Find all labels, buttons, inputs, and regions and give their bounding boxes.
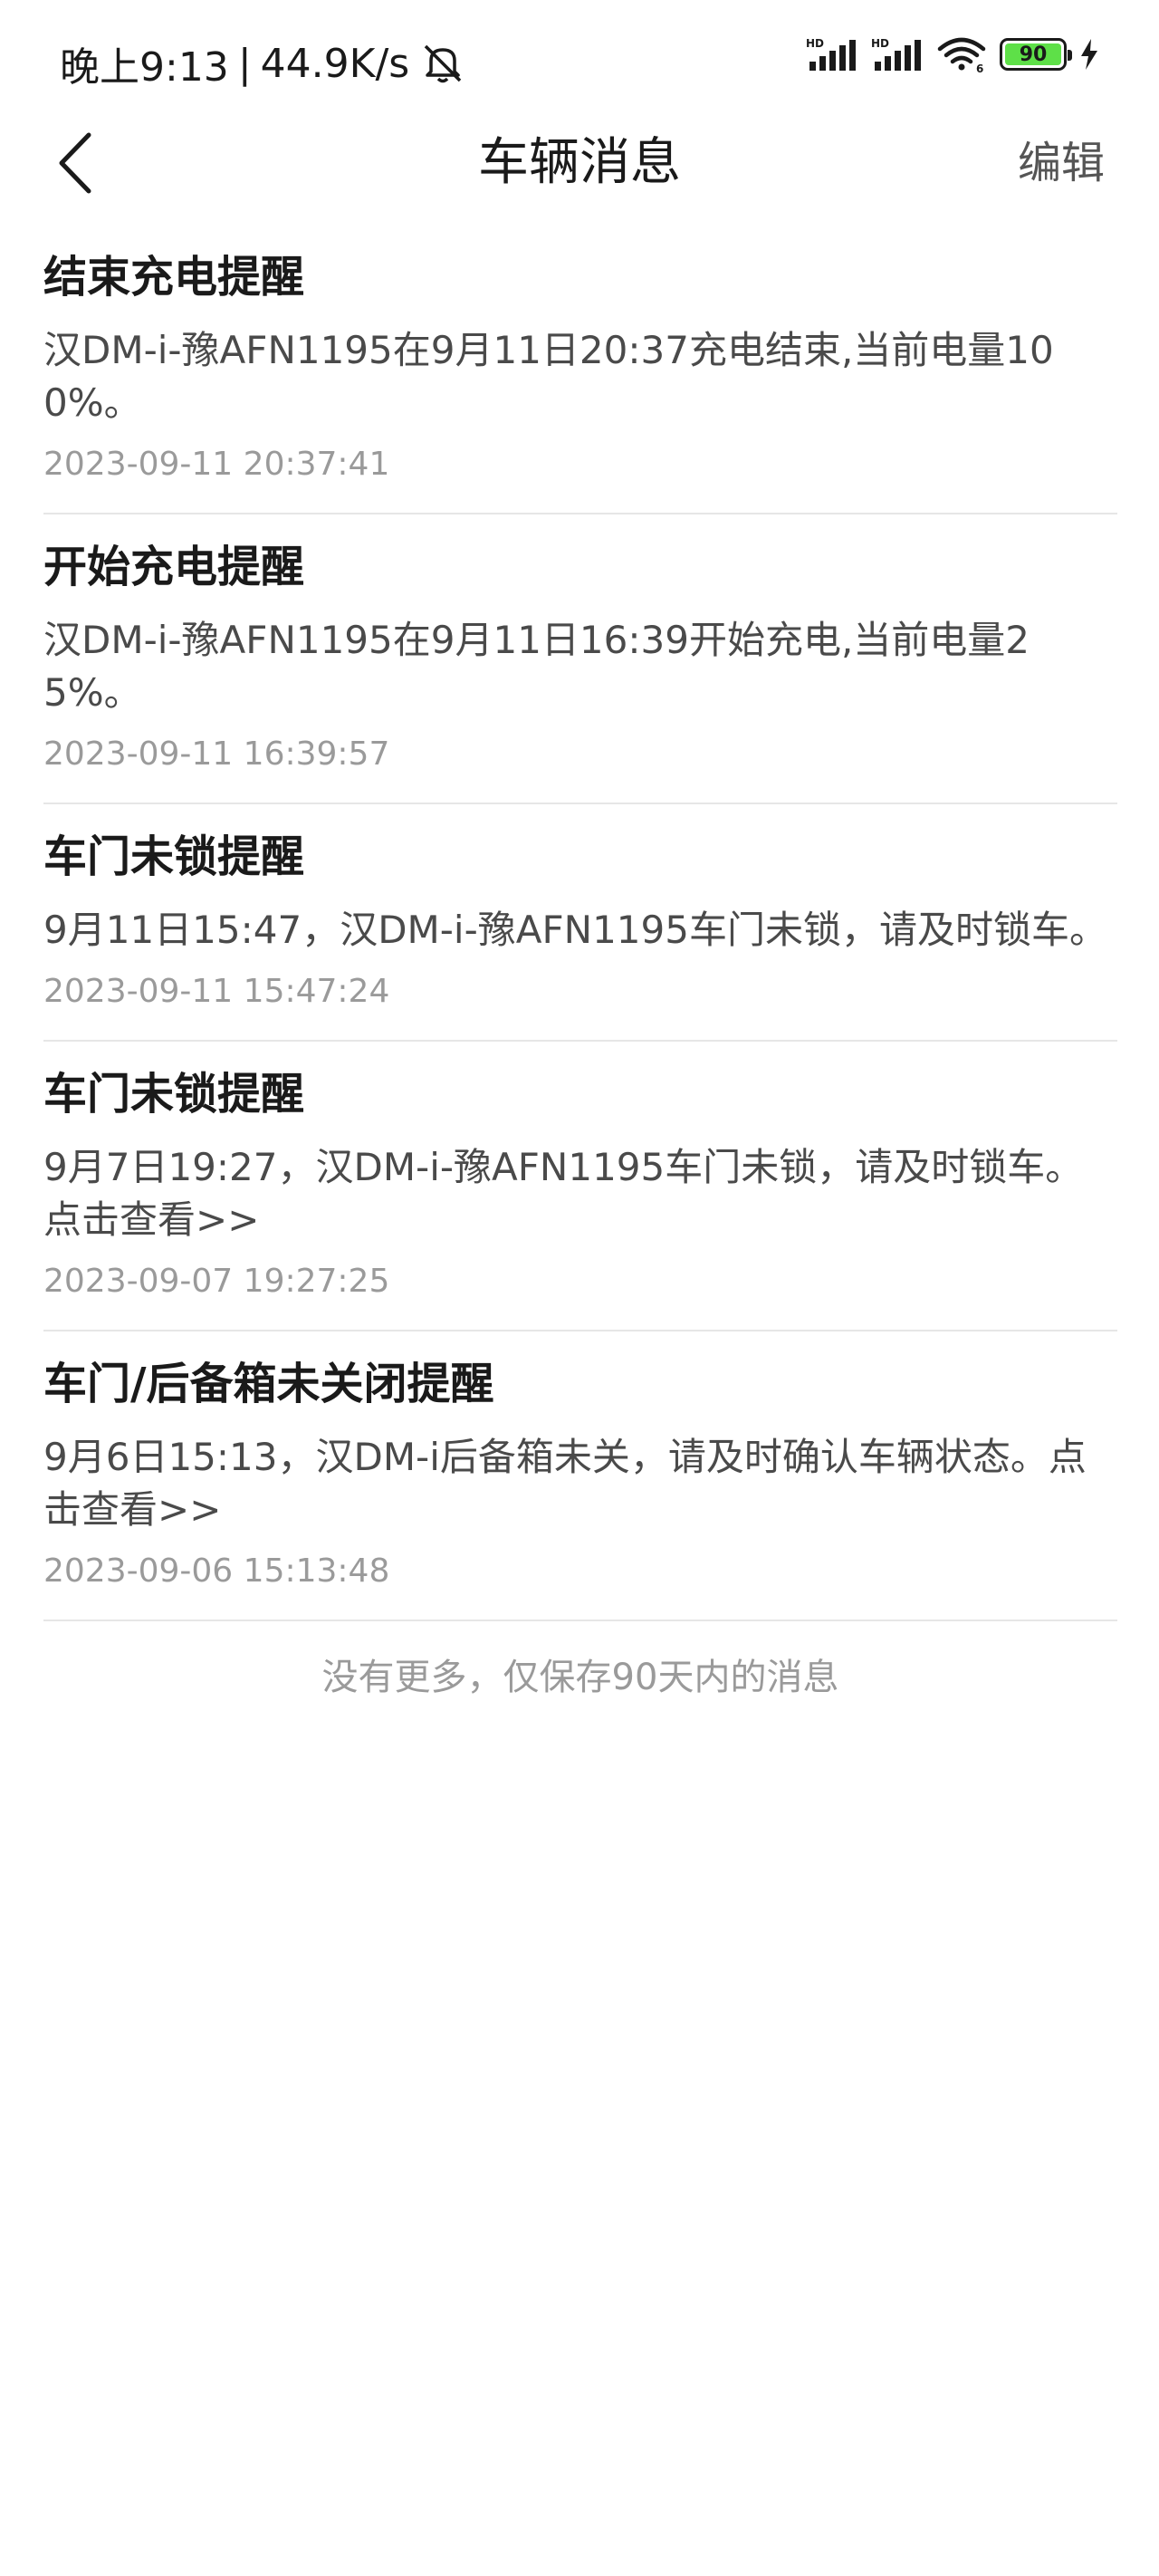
wifi-icon: 6: [937, 37, 986, 72]
message-body: 9月6日15:13，汉DM-i后备箱未关，请及时确认车辆状态。点击查看>>: [43, 1435, 1087, 1532]
message-time: 2023-09-11 20:37:41: [43, 446, 390, 483]
back-button[interactable]: [54, 127, 127, 199]
message-title: 开始充电提醒: [43, 542, 305, 592]
page-title: 车辆消息: [478, 133, 681, 192]
svg-text:HD: HD: [871, 37, 889, 50]
footer-note: 没有更多，仅保存90天内的消息: [321, 1657, 839, 1698]
status-separator: |: [237, 40, 252, 87]
battery-level: 90: [1005, 43, 1061, 66]
message-time: 2023-09-11 16:39:57: [43, 735, 390, 773]
message-body: 9月7日19:27，汉DM-i-豫AFN1195车门未锁，请及时锁车。点击查看>…: [43, 1145, 1084, 1242]
charging-icon: [1081, 39, 1097, 70]
message-item[interactable]: 车门未锁提醒 9月7日19:27，汉DM-i-豫AFN1195车门未锁，请及时锁…: [43, 1042, 1117, 1331]
message-item[interactable]: 结束充电提醒 汉DM-i-豫AFN1195在9月11日20:37充电结束,当前电…: [43, 226, 1117, 514]
message-body: 汉DM-i-豫AFN1195在9月11日16:39开始充电,当前电量25%。: [43, 618, 1030, 715]
message-title: 车门未锁提醒: [43, 831, 305, 882]
message-time: 2023-09-07 19:27:25: [43, 1263, 390, 1300]
message-title: 车门/后备箱未关闭提醒: [43, 1359, 494, 1409]
hd-signal-icon: HD: [806, 37, 856, 71]
message-body: 汉DM-i-豫AFN1195在9月11日20:37充电结束,当前电量100%。: [43, 328, 1054, 425]
battery-icon: 90: [1000, 38, 1072, 71]
message-list: 结束充电提醒 汉DM-i-豫AFN1195在9月11日20:37充电结束,当前电…: [43, 226, 1117, 1705]
chevron-left-icon: [59, 132, 91, 194]
message-time: 2023-09-11 15:47:24: [43, 973, 390, 1010]
status-bar: 晚上9:13 | 44.9K/s HD HD 6 90: [0, 0, 1159, 118]
mute-icon: [424, 44, 462, 83]
status-time: 晚上9:13: [60, 44, 229, 91]
message-item[interactable]: 开始充电提醒 汉DM-i-豫AFN1195在9月11日16:39开始充电,当前电…: [43, 514, 1117, 804]
hd-signal-icon: HD: [871, 37, 921, 71]
message-item[interactable]: 车门/后备箱未关闭提醒 9月6日15:13，汉DM-i后备箱未关，请及时确认车辆…: [43, 1331, 1117, 1621]
svg-text:6: 6: [976, 62, 983, 72]
status-left: 晚上9:13 | 44.9K/s: [60, 34, 467, 92]
message-body: 9月11日15:47，汉DM-i-豫AFN1195车门未锁，请及时锁车。: [43, 908, 1107, 952]
nav-bar: 车辆消息 编辑: [0, 118, 1159, 208]
svg-text:HD: HD: [806, 37, 824, 50]
message-item[interactable]: 车门未锁提醒 9月11日15:47，汉DM-i-豫AFN1195车门未锁，请及时…: [43, 804, 1117, 1042]
message-time: 2023-09-06 15:13:48: [43, 1552, 390, 1590]
message-title: 结束充电提醒: [43, 252, 305, 303]
status-net-speed: 44.9K/s: [260, 40, 410, 87]
status-right: HD HD 6 90: [806, 36, 1099, 72]
message-title: 车门未锁提醒: [43, 1069, 305, 1120]
edit-button[interactable]: 编辑: [1018, 127, 1105, 199]
